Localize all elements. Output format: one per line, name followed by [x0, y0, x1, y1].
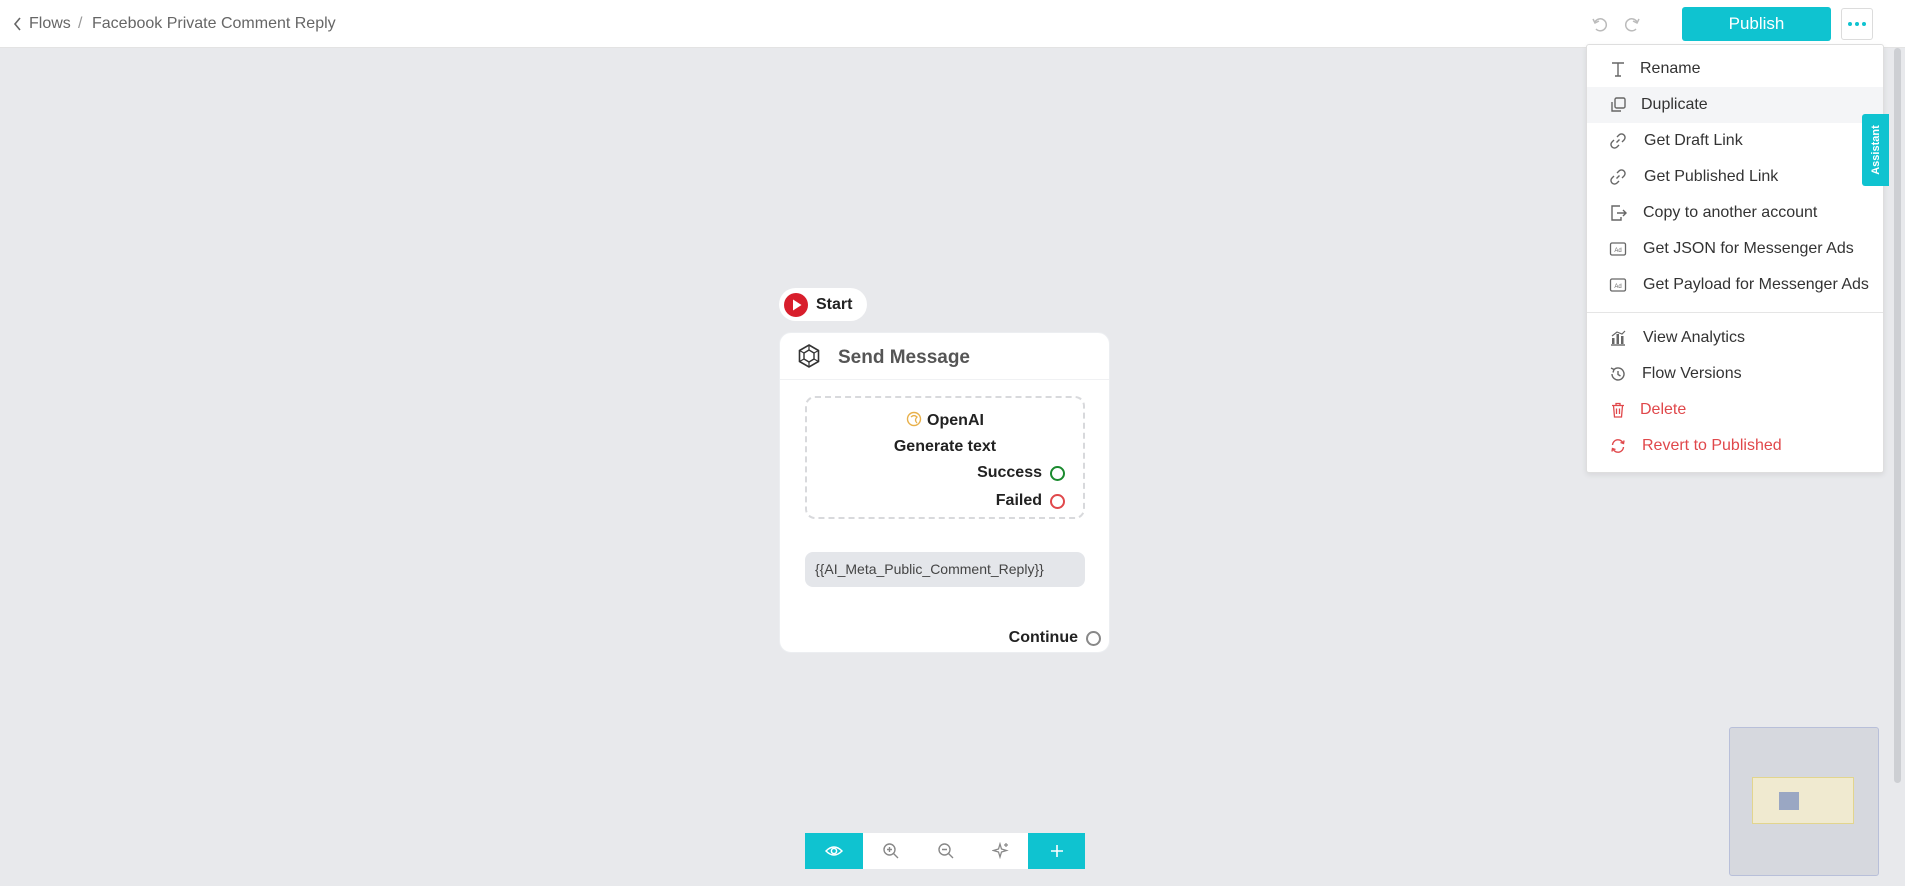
link-icon — [1610, 169, 1626, 185]
svg-text:Ad: Ad — [1614, 284, 1621, 290]
minimap-viewport[interactable] — [1752, 777, 1854, 824]
ellipsis-icon — [1848, 22, 1852, 26]
add-node-button[interactable] — [1028, 833, 1085, 869]
zoom-in-icon — [882, 843, 898, 859]
start-label: Start — [816, 296, 853, 313]
zoom-out-icon — [937, 843, 953, 859]
play-icon — [784, 293, 808, 317]
redo-icon — [1624, 18, 1640, 32]
preview-button[interactable] — [805, 833, 863, 869]
svg-text:Ad: Ad — [1614, 248, 1621, 254]
menu-item-flow-versions[interactable]: Flow Versions — [1587, 356, 1883, 392]
success-output: Success — [977, 464, 1065, 482]
assistant-tab-label: Assistant — [1869, 125, 1882, 175]
zoom-in-button[interactable] — [863, 833, 918, 869]
menu-item-duplicate[interactable]: Duplicate — [1587, 87, 1883, 123]
continue-label: Continue — [1008, 629, 1078, 646]
menu-item-view-analytics[interactable]: View Analytics — [1587, 320, 1883, 356]
openai-logo-icon — [798, 344, 820, 368]
menu-item-label: Revert to Published — [1642, 437, 1782, 454]
more-options-button[interactable] — [1841, 8, 1873, 40]
menu-item-label: Duplicate — [1641, 96, 1708, 113]
menu-divider — [1587, 312, 1883, 313]
trash-icon — [1612, 402, 1624, 418]
breadcrumb-flows-label: Flows — [29, 15, 71, 32]
flow-options-menu: Rename Duplicate Get Draft Link Get Publ… — [1586, 44, 1884, 473]
start-node[interactable]: Start — [779, 288, 867, 321]
sparkle-icon — [991, 842, 1009, 860]
send-message-node[interactable]: Send Message OpenAI Generate text Succes… — [779, 332, 1110, 653]
node-title: Send Message — [838, 347, 970, 368]
menu-item-label: Delete — [1640, 401, 1687, 418]
continue-output: Continue — [1009, 629, 1101, 647]
back-to-flows-link[interactable]: Flows — [13, 15, 71, 33]
top-bar: Flows / Facebook Private Comment Reply P… — [0, 0, 1905, 48]
ai-provider-label: OpenAI — [927, 412, 984, 429]
canvas-toolbar — [805, 833, 1085, 869]
menu-item-label: Get JSON for Messenger Ads — [1643, 240, 1854, 257]
menu-item-get-json-ads[interactable]: Ad Get JSON for Messenger Ads — [1587, 231, 1883, 267]
openai-icon — [906, 411, 922, 427]
menu-item-label: Rename — [1640, 60, 1701, 77]
redo-button[interactable] — [1622, 14, 1642, 34]
menu-item-delete[interactable]: Delete — [1587, 392, 1883, 428]
breadcrumb-separator: / — [78, 15, 83, 32]
menu-item-label: View Analytics — [1643, 329, 1745, 346]
openai-action-box[interactable]: OpenAI Generate text Success Failed — [805, 396, 1085, 519]
vertical-scrollbar[interactable] — [1894, 48, 1901, 783]
minimap-node — [1779, 792, 1799, 810]
ai-provider-row: OpenAI — [807, 411, 1083, 430]
undo-icon — [1592, 18, 1608, 32]
plus-icon — [1050, 845, 1063, 857]
menu-item-get-draft-link[interactable]: Get Draft Link — [1587, 123, 1883, 159]
continue-connector[interactable] — [1086, 630, 1101, 646]
menu-item-label: Get Draft Link — [1644, 132, 1743, 149]
copy-icon — [1611, 97, 1626, 112]
failed-output: Failed — [996, 492, 1065, 510]
zoom-out-button[interactable] — [918, 833, 973, 869]
message-variable-text[interactable]: {{AI_Meta_Public_Comment_Reply}} — [805, 552, 1085, 587]
export-icon — [1611, 205, 1627, 221]
success-connector[interactable] — [1050, 465, 1065, 481]
history-icon — [1610, 367, 1625, 381]
failed-label: Failed — [995, 492, 1042, 509]
link-icon — [1610, 133, 1626, 149]
bar-chart-icon — [1611, 330, 1626, 346]
node-header: Send Message — [780, 333, 1109, 380]
menu-item-label: Copy to another account — [1643, 204, 1818, 221]
menu-item-get-published-link[interactable]: Get Published Link — [1587, 159, 1883, 195]
menu-item-label: Get Published Link — [1644, 168, 1779, 185]
menu-item-label: Flow Versions — [1642, 365, 1742, 382]
success-label: Success — [977, 464, 1042, 481]
failed-connector[interactable] — [1050, 493, 1065, 509]
ai-action-label: Generate text — [893, 438, 997, 455]
menu-item-get-payload-ads[interactable]: Ad Get Payload for Messenger Ads — [1587, 267, 1883, 303]
menu-item-revert-to-published[interactable]: Revert to Published — [1587, 428, 1883, 464]
minimap[interactable] — [1729, 727, 1879, 876]
text-icon — [1612, 62, 1624, 77]
menu-item-copy-to-account[interactable]: Copy to another account — [1587, 195, 1883, 231]
ad-icon: Ad — [1609, 278, 1627, 292]
chevron-left-icon — [13, 17, 21, 31]
undo-button[interactable] — [1590, 14, 1610, 34]
auto-layout-button[interactable] — [973, 833, 1028, 869]
menu-item-label: Get Payload for Messenger Ads — [1643, 276, 1869, 293]
publish-button[interactable]: Publish — [1682, 7, 1831, 41]
refresh-icon — [1611, 439, 1625, 453]
assistant-tab[interactable]: Assistant — [1862, 114, 1889, 186]
flow-title: Facebook Private Comment Reply — [92, 15, 336, 32]
eye-icon — [825, 846, 843, 856]
menu-item-rename[interactable]: Rename — [1587, 51, 1883, 87]
ad-icon: Ad — [1609, 242, 1627, 256]
